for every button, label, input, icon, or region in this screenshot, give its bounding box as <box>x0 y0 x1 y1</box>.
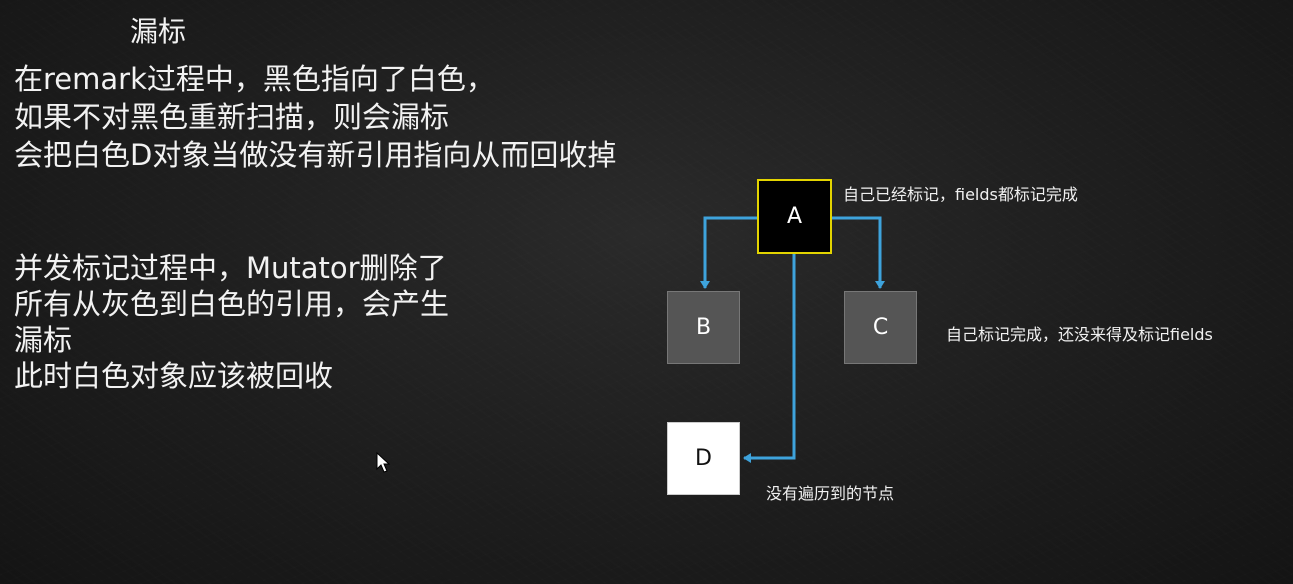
node-d-white: D <box>667 422 740 495</box>
mouse-cursor-icon <box>376 452 391 473</box>
edge-a-to-b <box>700 216 757 289</box>
node-a-black: A <box>757 179 832 254</box>
note-node-d: 没有遍历到的节点 <box>766 484 895 503</box>
node-c-gray: C <box>844 291 917 364</box>
node-b-gray: B <box>667 291 740 364</box>
note-node-c: 自己标记完成，还没来得及标记fields <box>946 325 1213 344</box>
diagram-edges <box>700 216 885 463</box>
edge-a-to-d <box>743 254 796 463</box>
edge-a-to-c <box>832 216 885 289</box>
note-node-a: 自己已经标记，fields都标记完成 <box>843 185 1078 204</box>
